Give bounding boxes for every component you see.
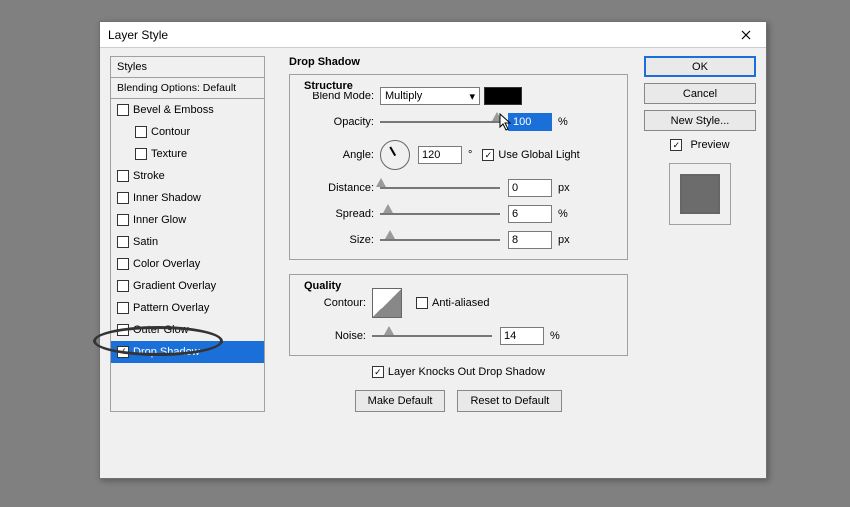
structure-title: Structure xyxy=(300,80,357,92)
size-unit: px xyxy=(558,234,570,246)
style-checkbox[interactable] xyxy=(117,170,129,182)
title-bar: Layer Style xyxy=(100,22,766,48)
noise-label: Noise: xyxy=(300,330,372,342)
preview-thumbnail xyxy=(669,163,731,225)
quality-group: Quality Contour: Anti-aliased Noise: xyxy=(289,274,628,356)
style-label: Stroke xyxy=(133,170,165,182)
styles-list: Styles Blending Options: Default Bevel &… xyxy=(110,56,265,412)
style-checkbox[interactable] xyxy=(135,126,147,138)
spread-slider[interactable] xyxy=(380,208,500,220)
style-checkbox[interactable] xyxy=(117,236,129,248)
style-checkbox[interactable] xyxy=(117,324,129,336)
style-label: Color Overlay xyxy=(133,258,200,270)
style-item-outer-glow[interactable]: Outer Glow xyxy=(111,319,264,341)
spread-unit: % xyxy=(558,208,568,220)
distance-unit: px xyxy=(558,182,570,194)
size-slider[interactable] xyxy=(380,234,500,246)
quality-title: Quality xyxy=(300,280,345,292)
style-item-drop-shadow[interactable]: ✓ Drop Shadow xyxy=(111,341,264,363)
style-label: Inner Shadow xyxy=(133,192,201,204)
angle-dial[interactable] xyxy=(380,140,410,170)
angle-label: Angle: xyxy=(300,149,380,161)
style-item-bevel-emboss[interactable]: Bevel & Emboss xyxy=(111,99,264,121)
contour-label: Contour: xyxy=(300,297,372,309)
style-checkbox[interactable] xyxy=(117,280,129,292)
style-item-inner-shadow[interactable]: Inner Shadow xyxy=(111,187,264,209)
noise-input[interactable]: 14 xyxy=(500,327,544,345)
drop-shadow-settings: Drop Shadow Structure Blend Mode: Multip… xyxy=(265,56,640,412)
noise-slider[interactable] xyxy=(372,330,492,342)
style-checkbox[interactable] xyxy=(117,192,129,204)
style-label: Pattern Overlay xyxy=(133,302,209,314)
style-checkbox[interactable] xyxy=(117,104,129,116)
angle-input[interactable]: 120 xyxy=(418,146,462,164)
style-label: Texture xyxy=(151,148,187,160)
style-checkbox[interactable] xyxy=(135,148,147,160)
chevron-down-icon: ▾ xyxy=(469,90,475,103)
ok-button[interactable]: OK xyxy=(644,56,756,77)
styles-header[interactable]: Styles xyxy=(111,57,264,78)
style-label: Gradient Overlay xyxy=(133,280,216,292)
new-style-button[interactable]: New Style... xyxy=(644,110,756,131)
opacity-input[interactable]: 100 xyxy=(508,113,552,131)
spread-label: Spread: xyxy=(300,208,380,220)
structure-group: Structure Blend Mode: Multiply ▾ Opacity… xyxy=(289,74,628,260)
opacity-label: Opacity: xyxy=(300,116,380,128)
spread-input[interactable]: 6 xyxy=(508,205,552,223)
section-title: Drop Shadow xyxy=(289,56,628,68)
style-label: Drop Shadow xyxy=(133,346,200,358)
antialiased-checkbox[interactable]: Anti-aliased xyxy=(416,297,489,309)
style-label: Inner Glow xyxy=(133,214,186,226)
preview-checkbox[interactable]: ✓ Preview xyxy=(644,139,756,151)
style-checkbox[interactable]: ✓ xyxy=(117,346,129,358)
style-item-inner-glow[interactable]: Inner Glow xyxy=(111,209,264,231)
use-global-light-checkbox[interactable]: ✓ Use Global Light xyxy=(482,149,579,161)
style-item-satin[interactable]: Satin xyxy=(111,231,264,253)
style-checkbox[interactable] xyxy=(117,214,129,226)
distance-input[interactable]: 0 xyxy=(508,179,552,197)
dialog-buttons: OK Cancel New Style... ✓ Preview xyxy=(644,56,756,412)
angle-unit: ° xyxy=(468,149,472,161)
close-icon xyxy=(741,30,751,40)
noise-unit: % xyxy=(550,330,560,342)
knockout-checkbox[interactable]: ✓ Layer Knocks Out Drop Shadow xyxy=(372,366,545,378)
distance-slider[interactable] xyxy=(380,182,500,194)
contour-picker[interactable] xyxy=(372,288,402,318)
style-label: Contour xyxy=(151,126,190,138)
close-button[interactable] xyxy=(726,22,766,48)
window-title: Layer Style xyxy=(108,28,168,42)
reset-default-button[interactable]: Reset to Default xyxy=(457,390,562,412)
layer-style-dialog: Layer Style Styles Blending Options: Def… xyxy=(99,21,767,479)
style-item-gradient-overlay[interactable]: Gradient Overlay xyxy=(111,275,264,297)
size-label: Size: xyxy=(300,234,380,246)
cancel-button[interactable]: Cancel xyxy=(644,83,756,104)
style-item-texture[interactable]: Texture xyxy=(111,143,264,165)
opacity-slider[interactable] xyxy=(380,116,500,128)
style-item-color-overlay[interactable]: Color Overlay xyxy=(111,253,264,275)
style-checkbox[interactable] xyxy=(117,258,129,270)
style-item-stroke[interactable]: Stroke xyxy=(111,165,264,187)
style-label: Outer Glow xyxy=(133,324,189,336)
distance-label: Distance: xyxy=(300,182,380,194)
blend-mode-select[interactable]: Multiply ▾ xyxy=(380,87,480,105)
style-label: Satin xyxy=(133,236,158,248)
style-label: Bevel & Emboss xyxy=(133,104,214,116)
shadow-color-swatch[interactable] xyxy=(484,87,522,105)
make-default-button[interactable]: Make Default xyxy=(355,390,446,412)
size-input[interactable]: 8 xyxy=(508,231,552,249)
style-checkbox[interactable] xyxy=(117,302,129,314)
opacity-unit: % xyxy=(558,116,568,128)
style-item-pattern-overlay[interactable]: Pattern Overlay xyxy=(111,297,264,319)
style-item-contour[interactable]: Contour xyxy=(111,121,264,143)
blending-options[interactable]: Blending Options: Default xyxy=(111,78,264,99)
